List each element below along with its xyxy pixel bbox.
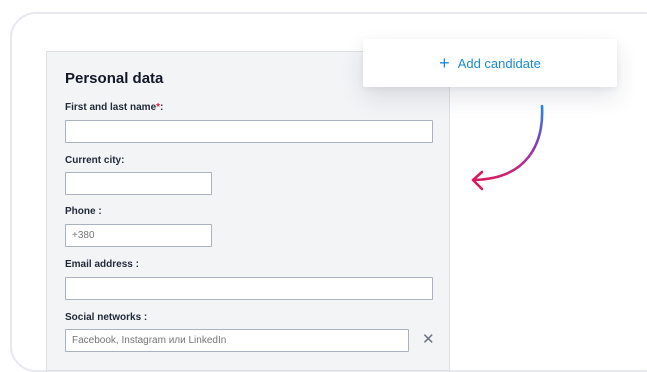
name-label-text: First and last name [65,102,157,113]
add-candidate-button[interactable]: + Add candidate [363,39,617,87]
email-input[interactable] [65,277,433,300]
add-candidate-label: Add candidate [457,55,541,71]
close-icon[interactable]: ✕ [422,332,435,347]
email-label: Email address : [65,259,139,270]
personal-data-form: Personal data First and last name*: Curr… [46,51,450,371]
social-label: Social networks : [65,312,148,323]
city-input[interactable] [65,172,212,195]
name-label-suffix: : [160,102,164,113]
name-input[interactable] [65,120,433,143]
city-label: Current city: [65,155,125,166]
add-candidate-card: + Add candidate [363,39,617,87]
plus-icon: + [439,53,450,73]
phone-input[interactable] [65,224,212,247]
curved-arrow-icon [471,104,544,191]
form-title: Personal data [65,70,164,87]
name-label: First and last name*: [65,102,163,113]
social-input[interactable] [65,329,409,352]
phone-label: Phone : [65,206,102,217]
